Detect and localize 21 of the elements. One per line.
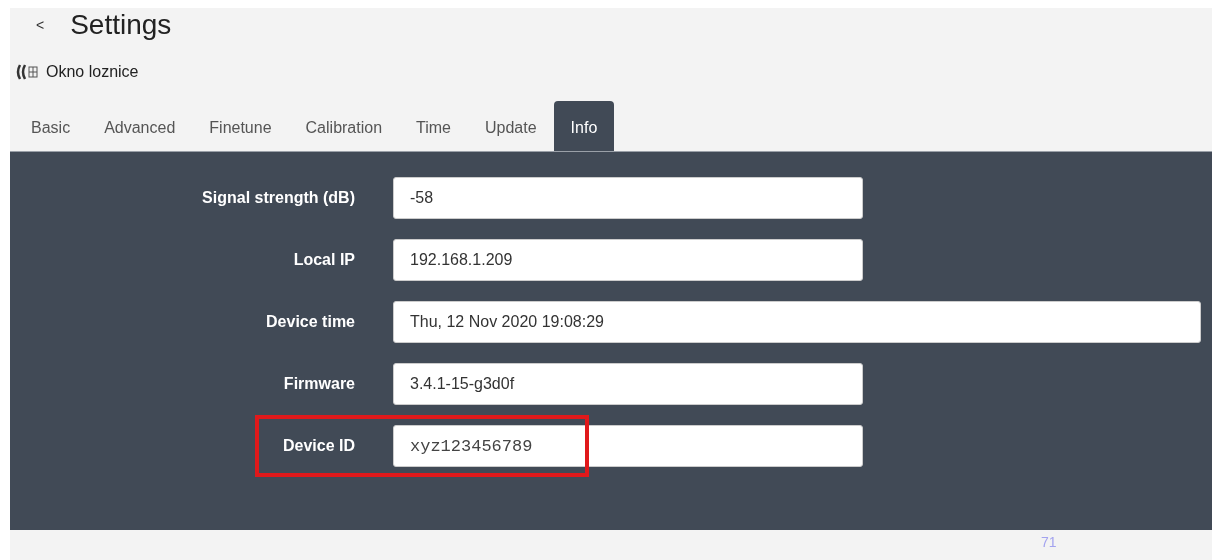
field-label: Firmware [282, 375, 355, 393]
page-title: Settings [70, 9, 172, 41]
back-link[interactable]: < [36, 17, 45, 33]
field-label: Device time [265, 313, 355, 331]
tab[interactable]: Basic [14, 101, 88, 151]
tab[interactable]: Info [553, 101, 615, 151]
page-number: 71 [1041, 534, 1057, 550]
field-label: Device ID [281, 437, 355, 455]
text-field[interactable]: Thu, 12 Nov 2020 19:08:29 [393, 301, 1201, 343]
tab[interactable]: Calibration [288, 101, 400, 151]
tab[interactable]: Advanced [87, 101, 193, 151]
text-field[interactable]: -58 [393, 177, 863, 219]
tab[interactable]: Finetune [192, 101, 289, 151]
tab[interactable]: Update [468, 101, 554, 151]
text-field[interactable]: 192.168.1.209 [393, 239, 863, 281]
field-label: Local IP [292, 251, 355, 269]
text-field[interactable]: 3.4.1-15-g3d0f [393, 363, 863, 405]
field-label: Signal strength (dB) [201, 189, 355, 207]
device-name: Okno loznice [46, 63, 139, 81]
text-field[interactable]: xyz123456789 [393, 425, 863, 467]
tab[interactable]: Time [399, 101, 468, 151]
